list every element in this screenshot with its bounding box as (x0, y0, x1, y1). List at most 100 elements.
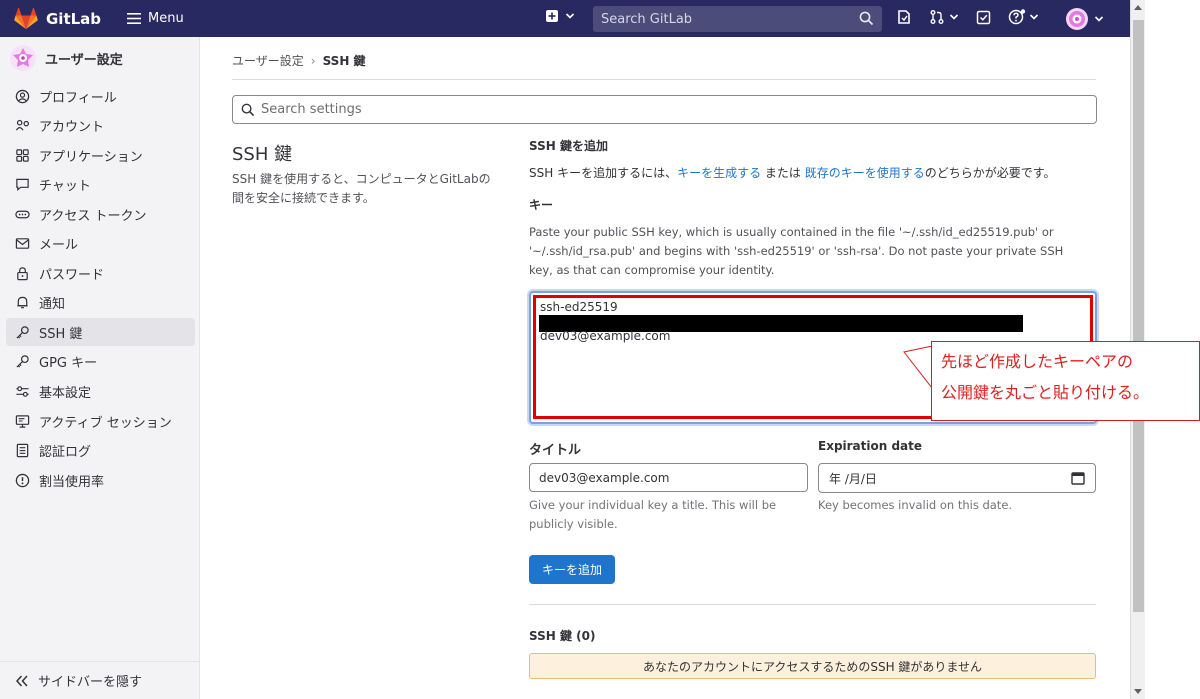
todo-checkbox-icon (976, 10, 991, 24)
settings-sidebar: ユーザー設定 プロフィール アカウント アプリケーション チャット アクセス ト… (0, 37, 200, 699)
sidebar-item-label: アクセス トークン (39, 208, 147, 224)
sidebar-item-emails[interactable]: メール (6, 229, 195, 257)
sidebar-item-label: チャット (39, 178, 91, 194)
title-label: タイトル (529, 443, 582, 458)
annotation-callout: 先ほど作成したキーペアの 公開鍵を丸ごと貼り付ける。 (931, 341, 1200, 421)
applications-icon (16, 148, 29, 162)
sidebar-item-label: 認証ログ (39, 444, 92, 460)
search-icon (859, 11, 874, 26)
sidebar-item-ssh-keys[interactable]: SSH 鍵 (6, 318, 195, 346)
add-key-heading: SSH 鍵を追加 (529, 139, 608, 153)
sidebar-item-account[interactable]: アカウント (6, 111, 195, 139)
sidebar-title: ユーザー設定 (45, 52, 123, 68)
empty-keys-alert: あなたのアカウントにアクセスするためのSSH 鍵がありません (529, 653, 1096, 679)
breadcrumb: ユーザー設定 › SSH 鍵 (232, 52, 366, 69)
sidebar-item-label: アクティブ セッション (39, 415, 172, 431)
expiration-date-input[interactable]: 年 /月/日 (818, 463, 1096, 493)
mail-icon (15, 237, 30, 249)
sidebar-item-chat[interactable]: チャット (6, 170, 195, 198)
monitor-icon (15, 414, 30, 428)
sidebar-item-password[interactable]: パスワード (6, 259, 195, 287)
callout-line-1: 先ほど作成したキーペアの (941, 352, 1134, 371)
key-text-line-1: ssh-ed25519 (540, 300, 618, 314)
expiration-label: Expiration date (818, 439, 923, 453)
user-menu-dropdown[interactable] (1066, 8, 1104, 30)
expiration-help-text: Key becomes invalid on this date. (818, 498, 1013, 512)
scroll-down-arrow-icon[interactable] (1134, 689, 1142, 694)
sidebar-item-label: GPG キー (39, 355, 98, 371)
sidebar-item-notifications[interactable]: 通知 (6, 288, 195, 316)
issues-icon (898, 10, 910, 24)
collapse-sidebar-button[interactable]: サイドバーを隠す (0, 661, 199, 699)
usage-icon (15, 473, 30, 487)
key-help-text: Paste your public SSH key, which is usua… (529, 225, 1064, 277)
sidebar-item-label: 割当使用率 (39, 474, 105, 490)
sidebar-header[interactable]: ユーザー設定 (0, 37, 199, 79)
gitlab-logo-icon (14, 7, 38, 29)
sidebar-item-label: パスワード (39, 267, 105, 283)
scroll-up-arrow-icon[interactable] (1134, 5, 1142, 10)
sidebar-item-label: SSH 鍵 (39, 326, 83, 342)
divider (232, 79, 1096, 80)
chevron-down-icon (949, 14, 959, 20)
sidebar-item-preferences[interactable]: 基本設定 (6, 377, 195, 405)
sidebar-item-label: 通知 (39, 296, 66, 312)
key-icon (16, 325, 29, 339)
sidebar-item-auth-log[interactable]: 認証ログ (6, 436, 195, 464)
sidebar-item-label: 基本設定 (39, 385, 92, 401)
nav-icon-group (896, 9, 1056, 25)
help-icon (1008, 9, 1026, 25)
sidebar-item-active-sessions[interactable]: アクティブ セッション (6, 407, 195, 435)
chevron-down-icon (1094, 16, 1104, 22)
user-avatar-icon (1066, 8, 1088, 30)
merge-requests-dropdown[interactable] (929, 9, 959, 25)
chevron-down-icon (1029, 14, 1039, 20)
calendar-icon[interactable] (1071, 471, 1085, 485)
sidebar-item-gpg-keys[interactable]: GPG キー (6, 347, 195, 375)
menu-label: Menu (148, 11, 184, 26)
global-search[interactable] (593, 6, 882, 32)
brand-name: GitLab (46, 9, 102, 28)
bell-icon (17, 296, 28, 308)
key-icon (16, 354, 29, 368)
gitlab-home-link[interactable]: GitLab (14, 7, 102, 30)
hamburger-icon (127, 13, 142, 24)
todos-link[interactable] (976, 10, 991, 25)
global-search-input[interactable] (593, 11, 848, 27)
section-title: SSH 鍵 (232, 144, 293, 165)
help-dropdown[interactable] (1008, 9, 1039, 25)
expiration-placeholder: 年 /月/日 (829, 471, 877, 486)
sidebar-item-access-tokens[interactable]: アクセス トークン (6, 200, 195, 228)
section-description: SSH 鍵を使用すると、コンピュータとGitLabの間を安全に接続できます。 (232, 172, 491, 205)
settings-search[interactable] (232, 95, 1097, 124)
callout-line-2: 公開鍵を丸ごと貼り付ける。 (941, 383, 1150, 402)
title-help-text: Give your individual key a title. This w… (529, 498, 777, 531)
ssh-keys-count-heading: SSH 鍵 (0) (529, 629, 596, 643)
sidebar-item-profile[interactable]: プロフィール (6, 82, 195, 110)
chevron-down-icon (565, 13, 575, 19)
settings-search-input[interactable] (261, 102, 1081, 117)
divider (529, 604, 1096, 605)
account-icon (15, 119, 30, 131)
add-key-button[interactable]: キーを追加 (529, 555, 615, 584)
issues-link[interactable] (896, 9, 912, 25)
search-icon (241, 103, 255, 116)
chat-icon (16, 178, 29, 191)
sidebar-item-label: プロフィール (39, 90, 117, 106)
generate-key-link[interactable]: キーを生成する (677, 166, 761, 180)
sidebar-item-applications[interactable]: アプリケーション (6, 141, 195, 169)
new-item-dropdown[interactable] (545, 9, 575, 23)
title-input[interactable] (529, 463, 808, 492)
sidebar-item-usage-quotas[interactable]: 割当使用率 (6, 466, 195, 494)
double-chevron-left-icon (15, 674, 28, 687)
profile-icon (15, 89, 30, 103)
sidebar-item-label: アプリケーション (39, 149, 143, 165)
breadcrumb-parent-link[interactable]: ユーザー設定 (232, 52, 304, 69)
scrollbar-thumb[interactable] (1133, 20, 1144, 612)
collapse-sidebar-label: サイドバーを隠す (38, 675, 143, 690)
breadcrumb-current[interactable]: SSH 鍵 (323, 52, 366, 69)
log-icon (16, 443, 29, 457)
intro-suffix: のどちらかが必要です。 (924, 166, 1056, 180)
existing-key-link[interactable]: 既存のキーを使用する (805, 166, 925, 180)
menu-button[interactable]: Menu (127, 11, 184, 26)
